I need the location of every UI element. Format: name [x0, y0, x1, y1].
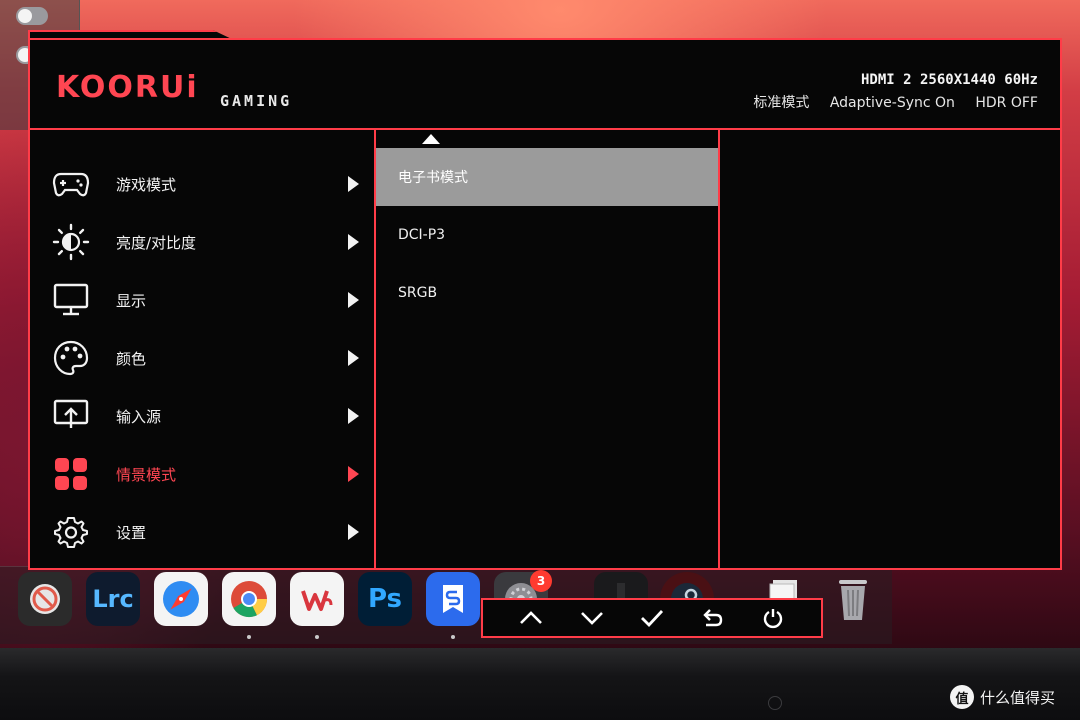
menu-label: 颜色 — [116, 349, 147, 368]
watermark-logo: 值 — [950, 685, 974, 709]
dock-app-photoshop[interactable]: Ps — [358, 572, 412, 626]
main-menu: 游戏模式 亮度/对比度 显示 颜色 输入源 情景模式 设置 — [30, 130, 376, 570]
compass-icon — [163, 581, 199, 617]
chevron-right-icon — [348, 466, 359, 482]
power-icon[interactable] — [758, 603, 788, 633]
brand-subtitle: GAMING — [220, 92, 293, 110]
gear-icon — [52, 513, 90, 551]
submenu: 电子书模式 DCI-P3 SRGB — [376, 130, 720, 570]
palette-icon — [52, 339, 90, 377]
menu-item-input-source[interactable]: 输入源 — [30, 390, 374, 442]
menu-label: 显示 — [116, 291, 147, 310]
hdr-status: HDR OFF — [975, 95, 1038, 111]
menu-item-color[interactable]: 颜色 — [30, 332, 374, 384]
brightness-icon — [52, 223, 90, 261]
toggle-switch[interactable] — [16, 7, 48, 25]
notification-badge: 3 — [530, 570, 552, 592]
menu-label: 亮度/对比度 — [116, 233, 197, 252]
submenu-item-ebook-mode[interactable]: 电子书模式 — [376, 148, 718, 206]
dock-app-bookmark[interactable] — [426, 572, 480, 626]
down-icon[interactable] — [577, 603, 607, 633]
brand-logo: KOORUi — [56, 70, 199, 105]
trash-icon — [839, 580, 867, 620]
dock-running-dot — [315, 635, 319, 639]
menu-label: 情景模式 — [116, 465, 177, 484]
watermark: 值 什么值得买 — [950, 684, 1055, 710]
menu-item-scene-mode[interactable]: 情景模式 — [30, 448, 374, 500]
check-icon[interactable] — [637, 603, 667, 633]
osd-menu: KOORUi GAMING HDMI 2 2560X1440 60Hz 标准模式… — [28, 38, 1062, 570]
menu-item-brightness-contrast[interactable]: 亮度/对比度 — [30, 216, 374, 268]
menu-item-display[interactable]: 显示 — [30, 274, 374, 326]
osd-header: KOORUi GAMING HDMI 2 2560X1440 60Hz 标准模式… — [30, 40, 1060, 130]
dock-running-dot — [247, 635, 251, 639]
back-icon[interactable] — [697, 603, 727, 633]
scroll-up-icon[interactable] — [422, 134, 440, 144]
photoshop-label: Ps — [367, 584, 403, 614]
monitor-bezel — [0, 648, 1080, 720]
detail-panel — [720, 130, 1060, 570]
menu-item-settings[interactable]: 设置 — [30, 506, 374, 558]
dock-app-wps[interactable] — [290, 572, 344, 626]
dock-app-trash[interactable] — [826, 572, 880, 626]
dock-app-safari[interactable] — [154, 572, 208, 626]
dock-app-lightroom[interactable]: Lrc — [86, 572, 140, 626]
chevron-right-icon — [348, 292, 359, 308]
gamepad-icon — [52, 165, 90, 203]
submenu-item-srgb[interactable]: SRGB — [376, 264, 718, 322]
monitor-icon — [52, 281, 90, 319]
dock-app-preview[interactable] — [18, 572, 72, 626]
menu-label: 设置 — [116, 523, 147, 542]
lightroom-label: Lrc — [92, 585, 134, 613]
input-source-icon — [52, 397, 90, 435]
chrome-icon — [231, 581, 268, 618]
scene-mode-icon — [52, 455, 90, 493]
picture-mode-status: 标准模式 — [753, 95, 810, 111]
up-icon[interactable] — [516, 603, 546, 633]
menu-label: 游戏模式 — [116, 175, 177, 194]
status-line: 标准模式 Adaptive-Sync On HDR OFF — [737, 92, 1038, 112]
dock-app-chrome[interactable] — [222, 572, 276, 626]
watermark-text: 什么值得买 — [980, 688, 1056, 707]
signal-info: HDMI 2 2560X1440 60Hz — [860, 72, 1038, 88]
no-entry-icon — [30, 584, 60, 614]
wps-icon — [301, 590, 333, 611]
adaptive-sync-status: Adaptive-Sync On — [829, 95, 955, 111]
submenu-item-dci-p3[interactable]: DCI-P3 — [376, 206, 718, 264]
menu-label: 输入源 — [116, 407, 162, 426]
chevron-right-icon — [348, 408, 359, 424]
power-led-icon — [768, 696, 782, 710]
chevron-right-icon — [348, 350, 359, 366]
dock-running-dot — [451, 635, 455, 639]
chevron-right-icon — [348, 524, 359, 540]
chevron-right-icon — [348, 176, 359, 192]
chevron-right-icon — [348, 234, 359, 250]
osd-control-bar — [481, 598, 823, 638]
menu-item-game-mode[interactable]: 游戏模式 — [30, 158, 374, 210]
bookmark-s-icon — [443, 585, 463, 613]
